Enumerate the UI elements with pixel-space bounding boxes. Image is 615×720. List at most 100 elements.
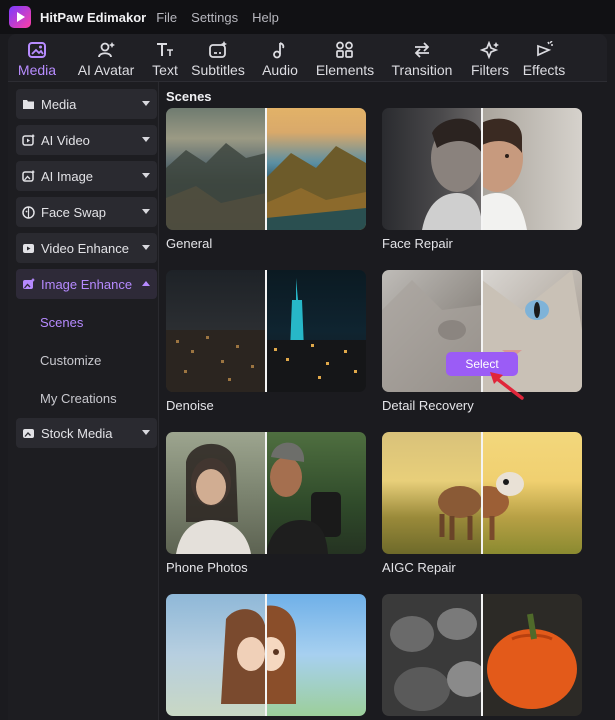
chevron-down-icon[interactable]	[142, 137, 150, 142]
tab-transition[interactable]: Transition	[382, 36, 462, 81]
scene-card-detail-recovery[interactable]: Detail Recovery	[382, 270, 582, 413]
scene-thumbnail[interactable]	[382, 108, 582, 230]
tab-effects[interactable]: Effects	[518, 36, 570, 81]
sidebar-item-ai-image[interactable]: AI Image	[16, 161, 157, 191]
tab-ai-avatar[interactable]: AI Avatar	[66, 36, 146, 81]
compare-divider[interactable]	[265, 432, 267, 554]
app-title: HitPaw Edimakor	[40, 9, 147, 25]
scene-thumbnail[interactable]	[166, 108, 366, 230]
scene-card-denoise[interactable]: Denoise	[166, 270, 366, 413]
scene-card-colorize[interactable]	[382, 594, 582, 720]
menu-file[interactable]: File	[156, 10, 177, 25]
section-title: Scenes	[166, 89, 212, 104]
tab-filters-label: Filters	[470, 62, 510, 78]
filters-icon	[479, 40, 501, 60]
scene-card-face-repair[interactable]: Face Repair	[382, 108, 582, 251]
stock-media-icon	[22, 427, 35, 440]
tab-elements[interactable]: Elements	[308, 36, 382, 81]
sidebar-item-video-enhance[interactable]: Video Enhance	[16, 233, 157, 263]
chevron-down-icon[interactable]	[142, 101, 150, 106]
scene-card-general[interactable]: General	[166, 108, 366, 251]
sidebar-item-ai-video[interactable]: AI Video	[16, 125, 157, 155]
compare-divider[interactable]	[481, 432, 483, 554]
compare-divider[interactable]	[265, 108, 267, 230]
chevron-down-icon[interactable]	[142, 430, 150, 435]
tab-subtitles[interactable]: Subtitles	[184, 36, 252, 81]
before-image	[382, 594, 487, 716]
pointer-arrow-icon	[490, 372, 524, 400]
ai-video-icon	[22, 134, 35, 147]
tab-text[interactable]: Text	[146, 36, 184, 81]
compare-divider[interactable]	[481, 108, 483, 230]
scene-card-label: General	[166, 236, 213, 251]
menu-bar: File Settings Help	[156, 10, 293, 25]
elements-icon	[334, 40, 356, 60]
audio-icon	[269, 40, 291, 60]
scene-card-label: AIGC Repair	[382, 560, 456, 575]
scene-thumbnail[interactable]	[382, 432, 582, 554]
scene-thumbnail[interactable]	[166, 594, 366, 716]
before-image	[166, 108, 266, 230]
chevron-down-icon[interactable]	[142, 245, 150, 250]
chevron-down-icon[interactable]	[142, 209, 150, 214]
after-image	[266, 432, 366, 554]
scene-card-label: Face Repair	[382, 236, 453, 251]
sidebar-item-label: Video Enhance	[41, 240, 129, 256]
scene-thumbnail[interactable]	[382, 594, 582, 716]
sidebar-subitem-scenes[interactable]: Scenes	[40, 315, 83, 330]
ai-image-icon	[22, 170, 35, 183]
transition-icon	[411, 40, 433, 60]
menu-help[interactable]: Help	[252, 10, 279, 25]
sidebar-item-face-swap[interactable]: Face Swap	[16, 197, 157, 227]
sidebar-item-media[interactable]: Media	[16, 89, 157, 119]
after-image	[462, 108, 582, 230]
tab-audio[interactable]: Audio	[252, 36, 308, 81]
tab-media-label: Media	[17, 62, 57, 78]
app-logo-icon	[9, 6, 31, 28]
after-image	[266, 108, 366, 230]
scene-thumbnail[interactable]	[166, 270, 366, 392]
tab-transition-label: Transition	[391, 62, 453, 78]
after-image	[246, 594, 366, 716]
sidebar-item-stock-media[interactable]: Stock Media	[16, 418, 157, 448]
tab-subtitles-label: Subtitles	[191, 62, 245, 78]
tab-media[interactable]: Media	[8, 36, 66, 81]
menu-settings[interactable]: Settings	[191, 10, 238, 25]
before-image	[382, 108, 483, 230]
avatar-icon	[95, 40, 117, 60]
scene-card-aigc-repair[interactable]: AIGC Repair	[382, 432, 582, 575]
panel-divider	[158, 82, 159, 720]
image-enhance-icon	[22, 278, 35, 291]
folder-icon	[22, 98, 35, 111]
sidebar-item-label: Image Enhance	[41, 276, 133, 292]
before-image	[382, 432, 482, 554]
sidebar-item-image-enhance[interactable]: Image Enhance	[16, 269, 157, 299]
sidebar-subitem-my-creations[interactable]: My Creations	[40, 391, 117, 406]
sidebar-item-label: Stock Media	[41, 425, 113, 441]
before-image	[166, 432, 266, 554]
sidebar: Media AI Video AI Image Face Swap Video …	[8, 82, 158, 720]
scrollbar[interactable]	[607, 82, 615, 720]
compare-divider[interactable]	[265, 270, 267, 392]
scene-card-label: Denoise	[166, 398, 214, 413]
tab-ai-avatar-label: AI Avatar	[77, 62, 135, 78]
effects-icon	[533, 40, 555, 60]
scene-card-phone-photos[interactable]: Phone Photos	[166, 432, 366, 575]
chevron-up-icon[interactable]	[142, 281, 150, 286]
tab-effects-label: Effects	[522, 62, 566, 78]
scene-thumbnail[interactable]	[166, 432, 366, 554]
tab-text-label: Text	[152, 62, 178, 78]
scene-card-anime[interactable]	[166, 594, 366, 720]
tab-audio-label: Audio	[262, 62, 298, 78]
chevron-down-icon[interactable]	[142, 173, 150, 178]
compare-divider[interactable]	[265, 594, 267, 716]
sidebar-item-label: AI Video	[41, 132, 90, 148]
main-toolbar: Media AI Avatar Text Subtitles Audio Ele…	[8, 34, 607, 81]
tab-filters[interactable]: Filters	[462, 36, 518, 81]
compare-divider[interactable]	[481, 594, 483, 716]
before-image	[166, 594, 266, 716]
sidebar-item-label: Face Swap	[41, 204, 107, 220]
after-image	[465, 432, 582, 554]
sidebar-item-label: AI Image	[41, 168, 94, 184]
sidebar-subitem-customize[interactable]: Customize	[40, 353, 101, 368]
